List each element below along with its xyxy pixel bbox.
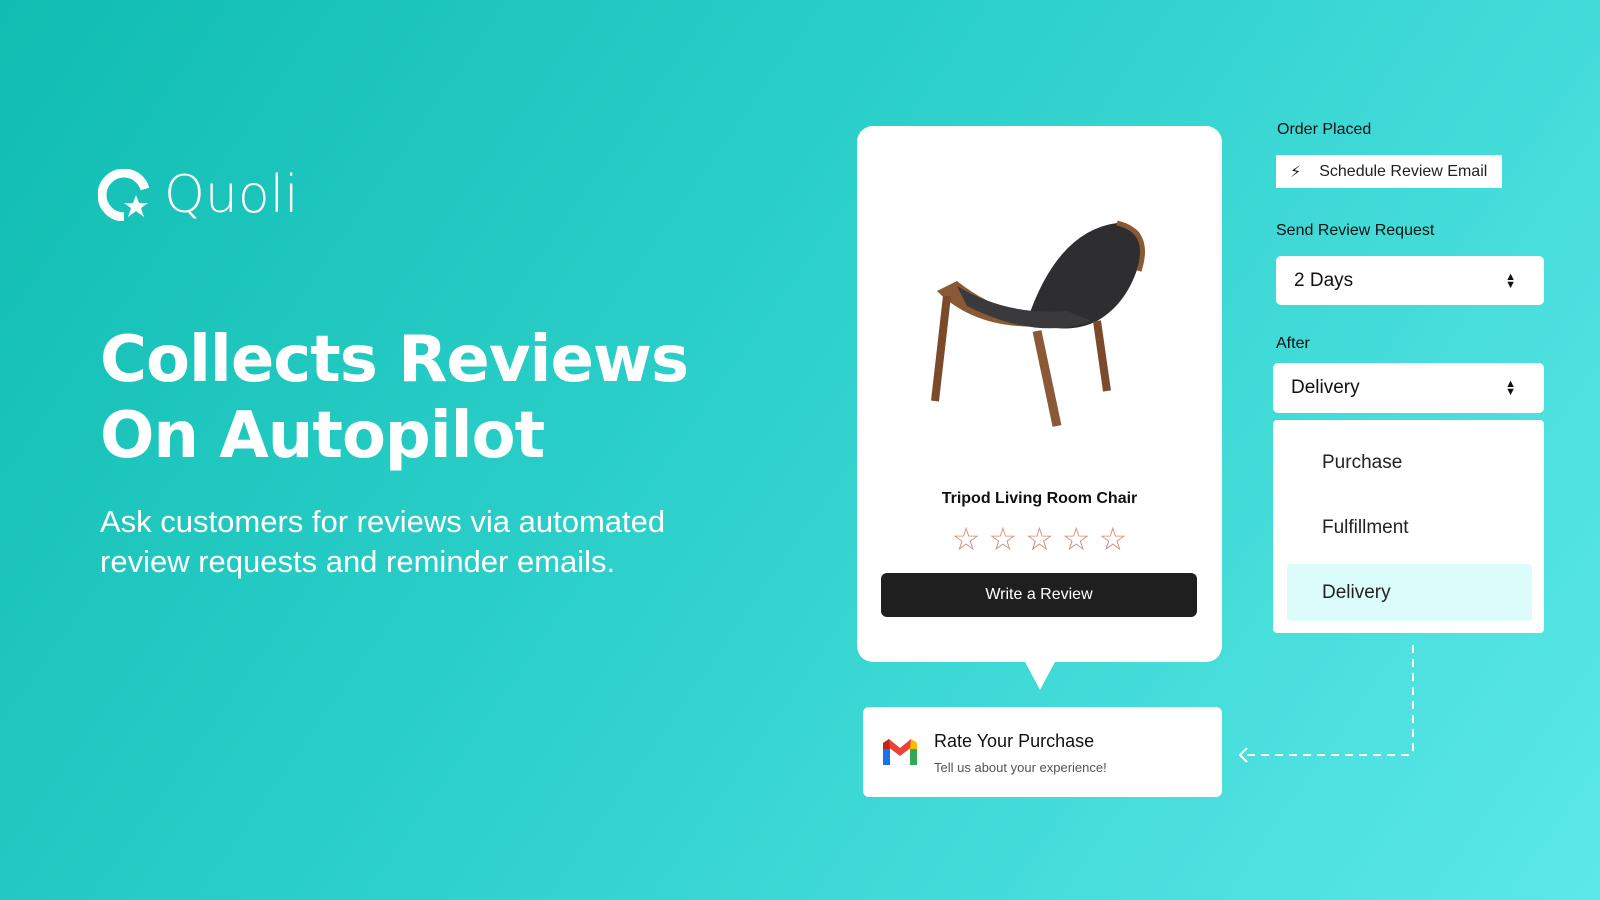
headline-line-1: Collects Reviews [100, 323, 689, 397]
send-review-label: Send Review Request [1276, 222, 1435, 239]
subtitle: Ask customers for reviews via automated … [100, 504, 666, 579]
headline-line-2: On Autopilot [100, 399, 545, 473]
email-title: Rate Your Purchase [934, 731, 1095, 751]
sort-arrows-icon: ▲ ▼ [1505, 378, 1516, 398]
star-icon[interactable]: ☆ [1099, 520, 1128, 558]
order-placed-label: Order Placed [1277, 121, 1372, 138]
email-notification[interactable]: Rate Your Purchase Tell us about your ex… [863, 707, 1222, 797]
lightning-icon: ⚡︎ [1290, 163, 1302, 181]
star-icon[interactable]: ☆ [952, 520, 981, 558]
chair-image [931, 220, 1145, 427]
option-purchase[interactable]: Purchase [1287, 434, 1532, 491]
schedule-label: Schedule Review Email [1319, 162, 1488, 180]
star-icon[interactable]: ☆ [1025, 520, 1054, 558]
trigger-select[interactable]: Delivery ▲ ▼ [1273, 363, 1544, 413]
option-delivery[interactable]: Delivery [1287, 564, 1532, 621]
card-pointer [1024, 660, 1056, 690]
gmail-icon [883, 739, 917, 765]
email-subtitle: Tell us about your experience! [934, 760, 1107, 775]
star-icon[interactable]: ☆ [988, 520, 1017, 558]
headline: Collects Reviews On Autopilot [100, 322, 689, 474]
brand-name: Quoli [164, 165, 299, 225]
brand-logo: Quoli [98, 165, 299, 225]
option-fulfillment[interactable]: Fulfillment [1287, 499, 1532, 556]
trigger-dropdown: Purchase Fulfillment Delivery [1273, 420, 1544, 633]
delay-value: 2 Days [1294, 269, 1354, 291]
write-review-button[interactable]: Write a Review [881, 573, 1197, 617]
product-name: Tripod Living Room Chair [941, 490, 1138, 507]
quoli-logo-icon [98, 169, 150, 221]
trigger-value: Delivery [1291, 377, 1360, 398]
dashed-connector-arrow [1238, 645, 1414, 763]
schedule-review-email-button[interactable]: ⚡︎ Schedule Review Email [1276, 155, 1502, 188]
after-label: After [1276, 335, 1310, 352]
delay-select[interactable]: 2 Days ▲ ▼ [1276, 256, 1544, 305]
sort-arrows-icon: ▲ ▼ [1505, 270, 1516, 291]
star-rating[interactable]: ☆ ☆ ☆ ☆ ☆ [857, 520, 1222, 558]
product-card: Tripod Living Room Chair ☆ ☆ ☆ ☆ ☆ Write a R… [857, 126, 1222, 662]
star-icon[interactable]: ☆ [1062, 520, 1091, 558]
